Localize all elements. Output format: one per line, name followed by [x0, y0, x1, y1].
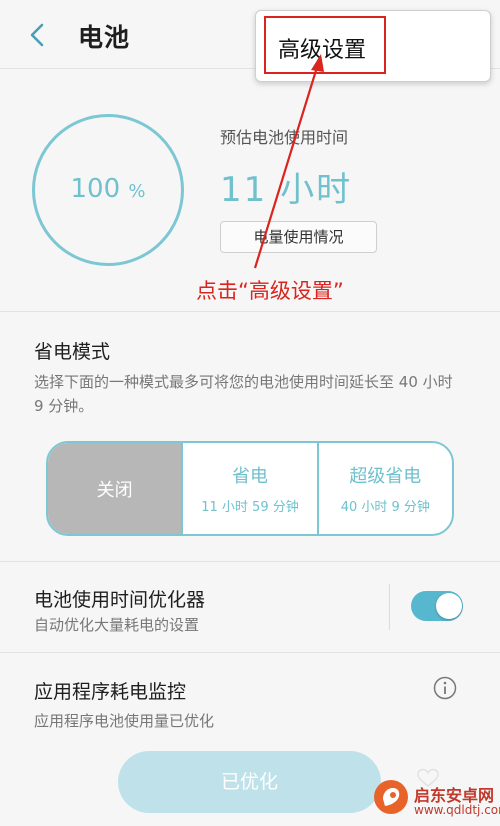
section-divider	[0, 311, 500, 312]
app-monitor-title: 应用程序耗电监控	[34, 681, 187, 703]
watermark-logo-icon	[374, 780, 408, 814]
optimized-button[interactable]: 已优化	[118, 751, 381, 813]
vertical-divider	[389, 584, 390, 630]
battery-percent-unit: %	[128, 181, 146, 202]
power-mode-option-label: 超级省电	[349, 466, 422, 487]
power-mode-title: 省电模式	[34, 341, 111, 363]
battery-usage-button[interactable]: 电量使用情况	[220, 221, 377, 253]
power-mode-option-label: 省电	[231, 466, 268, 487]
optimizer-title: 电池使用时间优化器	[34, 589, 206, 611]
page-title: 电池	[78, 23, 131, 52]
optimizer-description: 自动优化大量耗电的设置	[34, 616, 200, 634]
power-mode-off[interactable]: 关闭	[48, 443, 182, 534]
power-mode-ultra[interactable]: 超级省电 40 小时 9 分钟	[316, 443, 452, 534]
info-icon[interactable]	[433, 676, 457, 700]
watermark-url: www.qdldtj.com	[414, 803, 500, 817]
annotation-highlight-box	[264, 16, 386, 74]
power-mode-option-label: 关闭	[96, 479, 133, 501]
annotation-text: 点击“高级设置”	[196, 279, 344, 303]
estimate-label: 预估电池使用时间	[220, 128, 349, 147]
toggle-knob	[436, 593, 462, 619]
battery-percent: 100 %	[32, 174, 184, 204]
battery-percent-value: 100	[70, 174, 121, 204]
back-arrow-icon[interactable]	[22, 18, 54, 52]
estimate-value: 11 小时	[220, 170, 353, 210]
power-mode-option-detail: 40 小时 9 分钟	[340, 500, 430, 515]
app-monitor-description: 应用程序电池使用量已优化	[34, 712, 215, 730]
power-mode-description: 选择下面的一种模式最多可将您的电池使用时间延长至 40 小时 9 分钟。	[34, 373, 453, 415]
power-mode-saving[interactable]: 省电 11 小时 59 分钟	[181, 443, 316, 534]
power-mode-selector: 关闭 省电 11 小时 59 分钟 超级省电 40 小时 9 分钟	[46, 441, 454, 536]
section-divider	[0, 652, 500, 653]
power-mode-option-detail: 11 小时 59 分钟	[201, 500, 299, 515]
